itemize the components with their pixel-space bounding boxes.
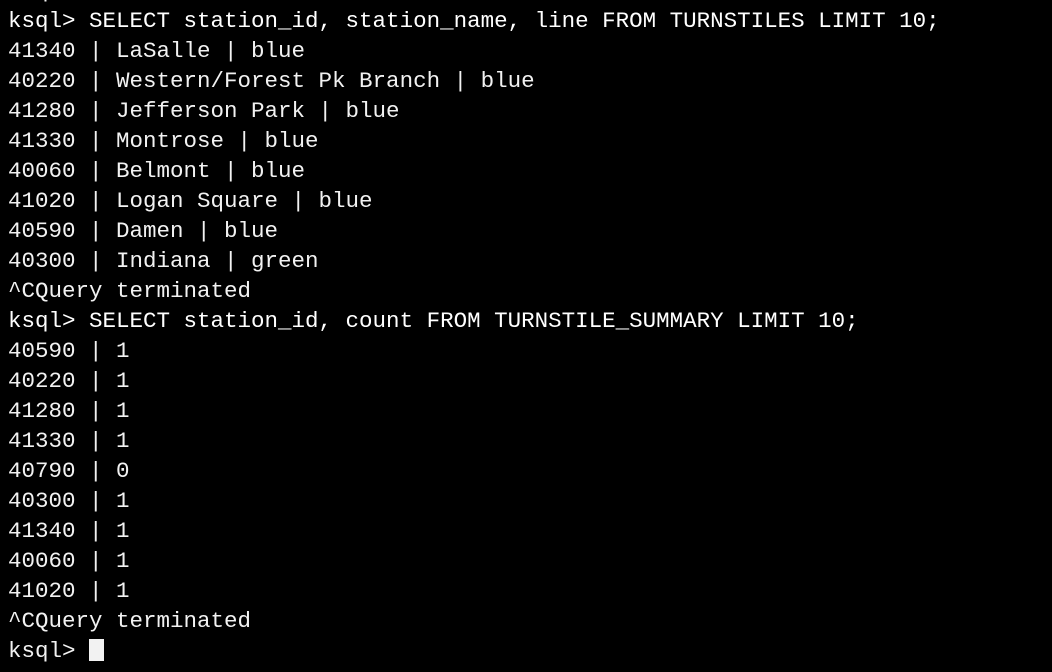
terminal-output-buffer: ksql> SELECT station_id, station_name, l… xyxy=(0,6,1052,666)
result-row: 41340 | LaSalle | blue xyxy=(8,38,306,64)
result-row: 41330 | Montrose | blue xyxy=(8,128,319,154)
text-cursor[interactable] xyxy=(89,639,105,661)
prompt-label: ksql> xyxy=(8,638,90,664)
result-row: 41330 | 1 xyxy=(8,428,130,454)
terminal-window[interactable]: ksql> ksql> SELECT station_id, station_n… xyxy=(0,0,1052,672)
result-row: 40790 | 0 xyxy=(8,458,130,484)
result-row: 40590 | Damen | blue xyxy=(8,218,279,244)
result-row: 41020 | Logan Square | blue xyxy=(8,188,373,214)
command-line-query-1: ksql> SELECT station_id, station_name, l… xyxy=(8,8,940,34)
active-prompt-line[interactable]: ksql> xyxy=(8,636,1052,666)
result-row: 41280 | 1 xyxy=(8,398,130,424)
result-row: 40060 | 1 xyxy=(8,548,130,574)
command-line-query-2: ksql> SELECT station_id, count FROM TURN… xyxy=(8,308,859,334)
query-terminated-notice: ^CQuery terminated xyxy=(8,608,252,634)
result-row: 41340 | 1 xyxy=(8,518,130,544)
result-row: 40300 | 1 xyxy=(8,488,130,514)
result-row: 40300 | Indiana | green xyxy=(8,248,319,274)
result-row: 40060 | Belmont | blue xyxy=(8,158,306,184)
result-row: 40590 | 1 xyxy=(8,338,130,364)
result-row: 41020 | 1 xyxy=(8,578,130,604)
result-row: 41280 | Jefferson Park | blue xyxy=(8,98,400,124)
result-row: 40220 | Western/Forest Pk Branch | blue xyxy=(8,68,535,94)
query-terminated-notice: ^CQuery terminated xyxy=(8,278,252,304)
result-row: 40220 | 1 xyxy=(8,368,130,394)
